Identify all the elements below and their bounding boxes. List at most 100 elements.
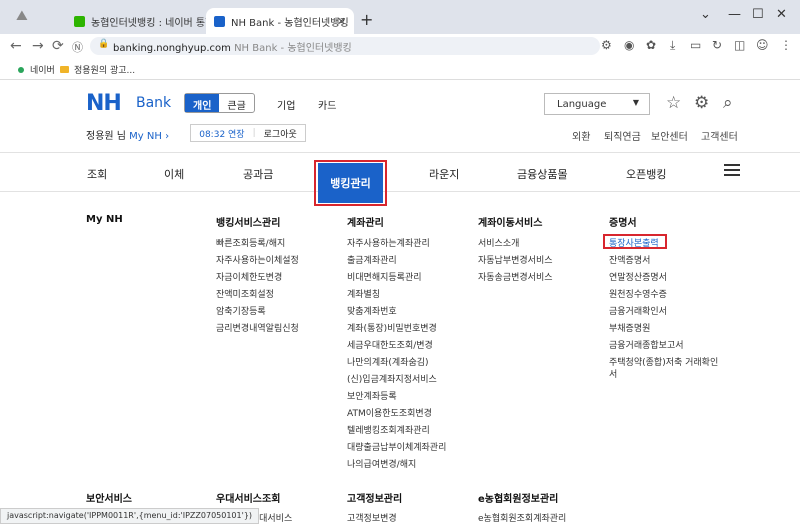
logout-button[interactable]: 로그아웃 (264, 127, 297, 140)
gnb-open-banking[interactable]: 오픈뱅킹 (626, 166, 666, 182)
menu-link[interactable]: 계좌별칭 (347, 287, 380, 300)
menu-link-passbook-copy[interactable]: 통장사본출력 (609, 236, 659, 249)
naver-home-icon[interactable]: Ⓝ (72, 39, 83, 55)
column-title[interactable]: My NH (86, 214, 123, 225)
new-tab-icon[interactable]: + (360, 10, 373, 29)
menu-link[interactable]: 금융거래종합보고서 (609, 338, 684, 351)
column-title[interactable]: e농협회원정보관리 (478, 490, 558, 505)
folder-icon (60, 66, 69, 73)
column-title[interactable]: 뱅킹서비스관리 (216, 214, 280, 229)
bookmark-folder[interactable]: 정용원의 광고... (60, 63, 135, 76)
menu-link[interactable]: 출금계좌관리 (347, 253, 397, 266)
menu-link[interactable]: 세금우대한도조회/변경 (347, 338, 433, 351)
chevron-right-icon: › (165, 131, 170, 142)
menu-link[interactable]: 금리변경내역알림신청 (216, 321, 299, 334)
url-text[interactable]: banking.nonghyup.com NH Bank - 농협인터넷뱅킹 (113, 39, 352, 54)
util-link-pension[interactable]: 퇴직연금 (604, 128, 641, 143)
menu-link[interactable]: e농협회원조회계좌관리 (478, 511, 566, 524)
bookmark-naver[interactable]: 네이버 (18, 63, 55, 76)
menu-link[interactable]: 자동송금변경서비스 (478, 270, 553, 283)
menu-link[interactable]: 잔액증명서 (609, 253, 650, 266)
gnb-product-mall[interactable]: 금융상품몰 (517, 166, 568, 182)
window-menu-icon[interactable]: ⛰ (16, 8, 28, 24)
gnb-lounge[interactable]: 라운지 (429, 166, 459, 182)
bookmarks-bar: 네이버 정용원의 광고... (0, 58, 800, 80)
menu-link[interactable]: 부채증명원 (609, 321, 650, 334)
menu-link[interactable]: (신)입금계좌지정서비스 (347, 372, 437, 385)
gnb-inquiry[interactable]: 조회 (87, 166, 107, 182)
util-link-security[interactable]: 보안센터 (651, 128, 688, 143)
column-title[interactable]: 계좌이동서비스 (478, 214, 542, 229)
nh-logo-bank[interactable]: Bank (136, 95, 171, 111)
menu-link[interactable]: 서비스소개 (478, 236, 519, 249)
menu-link[interactable]: 빠른조회등록/해지 (216, 236, 285, 249)
minimize-icon[interactable]: — (728, 7, 741, 22)
menu-link[interactable]: 원천징수영수증 (609, 287, 667, 300)
column-title[interactable]: 증명서 (609, 214, 637, 229)
browser-tab-naver[interactable]: 농협인터넷뱅킹 : 네이버 통합검 (66, 8, 206, 34)
column-title[interactable]: 우대서비스조회 (216, 490, 280, 505)
segment-personal[interactable]: 개인 (185, 94, 220, 112)
menu-link[interactable]: 주택청약(종합)저축 거래확인 (609, 355, 718, 368)
menu-link[interactable]: 대량출금납부이체계좌관리 (347, 440, 446, 453)
menu-link[interactable]: 연말정산증명서 (609, 270, 667, 283)
cast-icon[interactable]: ▭ (690, 38, 701, 52)
naver-favicon-icon (74, 15, 85, 27)
browser-tab-nhbank[interactable]: NH Bank - 농협인터넷뱅킹 ✕ (206, 8, 354, 34)
menu-link[interactable]: 계좌(통장)비밀번호변경 (347, 321, 437, 334)
star-icon[interactable]: ☆ (666, 93, 681, 113)
close-tab-icon[interactable]: ✕ (337, 15, 346, 28)
back-icon[interactable]: ← (10, 38, 22, 54)
gear-icon[interactable]: ⚙ (694, 93, 709, 113)
maximize-icon[interactable]: ☐ (752, 7, 764, 22)
column-title[interactable]: 계좌관리 (347, 214, 384, 229)
puzzle-icon[interactable]: ✿ (646, 38, 656, 52)
reload-icon[interactable]: ⟳ (52, 38, 64, 54)
language-select[interactable]: Language ▼ (544, 93, 650, 115)
menu-link[interactable]: 고객정보변경 (347, 511, 397, 524)
menu-link[interactable]: ATM이용한도조회변경 (347, 406, 432, 419)
translate-icon[interactable]: ⚙ (601, 38, 612, 52)
mynh-link[interactable]: My NH (129, 131, 162, 142)
session-box: 08:32 연장 | 로그아웃 (190, 124, 306, 142)
column-title[interactable]: 고객정보관리 (347, 490, 402, 505)
menu-link[interactable]: 자금이체한도변경 (216, 270, 282, 283)
history-icon[interactable]: ↻ (712, 38, 722, 52)
more-menu-icon[interactable]: ⋮ (780, 38, 792, 52)
forward-icon[interactable]: → (32, 38, 44, 54)
extension-icon[interactable]: ◉ (624, 38, 634, 52)
util-link-customer[interactable]: 고객센터 (701, 128, 738, 143)
hamburger-menu-icon[interactable] (724, 164, 740, 176)
menu-link[interactable]: 자주사용하는계좌관리 (347, 236, 430, 249)
menu-link[interactable]: 나만의계좌(계좌숨김) (347, 355, 429, 368)
sidebar-icon[interactable]: ◫ (734, 38, 745, 52)
segment-large-text[interactable]: 큰글 (219, 94, 253, 112)
profile-icon[interactable]: ☺ (756, 38, 769, 52)
util-link-forex[interactable]: 외환 (572, 128, 590, 143)
menu-link[interactable]: 암축기장등록 (216, 304, 266, 317)
menu-link[interactable]: 금융거래확인서 (609, 304, 667, 317)
menu-link[interactable]: 보안계좌등록 (347, 389, 397, 402)
naver-bookmark-icon (18, 66, 24, 73)
menu-link[interactable]: 나의급여변경/해지 (347, 457, 416, 470)
menu-link[interactable]: 서 (609, 367, 617, 380)
menu-link[interactable]: 맞춤계좌번호 (347, 304, 397, 317)
close-window-icon[interactable]: ✕ (776, 7, 787, 22)
menu-link[interactable]: 잔액미조회설정 (216, 287, 274, 300)
menu-link[interactable]: 자주사용하는이체설정 (216, 253, 299, 266)
search-icon[interactable]: ⌕ (723, 93, 733, 113)
gnb-banking-management[interactable]: 뱅킹관리 (318, 163, 383, 203)
menu-link[interactable]: 자동납부변경서비스 (478, 253, 553, 266)
session-extend-button[interactable]: 08:32 연장 (199, 127, 244, 140)
nh-logo[interactable]: NH (86, 91, 122, 116)
link-card[interactable]: 카드 (318, 97, 336, 112)
menu-link[interactable]: 비대면해지등록관리 (347, 270, 422, 283)
lock-icon[interactable]: 🔒 (98, 39, 109, 49)
gnb-transfer[interactable]: 이체 (164, 166, 184, 182)
download-icon[interactable]: ⤓ (670, 38, 675, 53)
menu-link[interactable]: 텔레뱅킹조회계좌관리 (347, 423, 430, 436)
chevron-down-icon[interactable]: ⌄ (700, 7, 711, 22)
gnb-utility-bills[interactable]: 공과금 (243, 166, 273, 182)
column-title[interactable]: 보안서비스 (86, 490, 132, 505)
link-business[interactable]: 기업 (277, 97, 295, 112)
